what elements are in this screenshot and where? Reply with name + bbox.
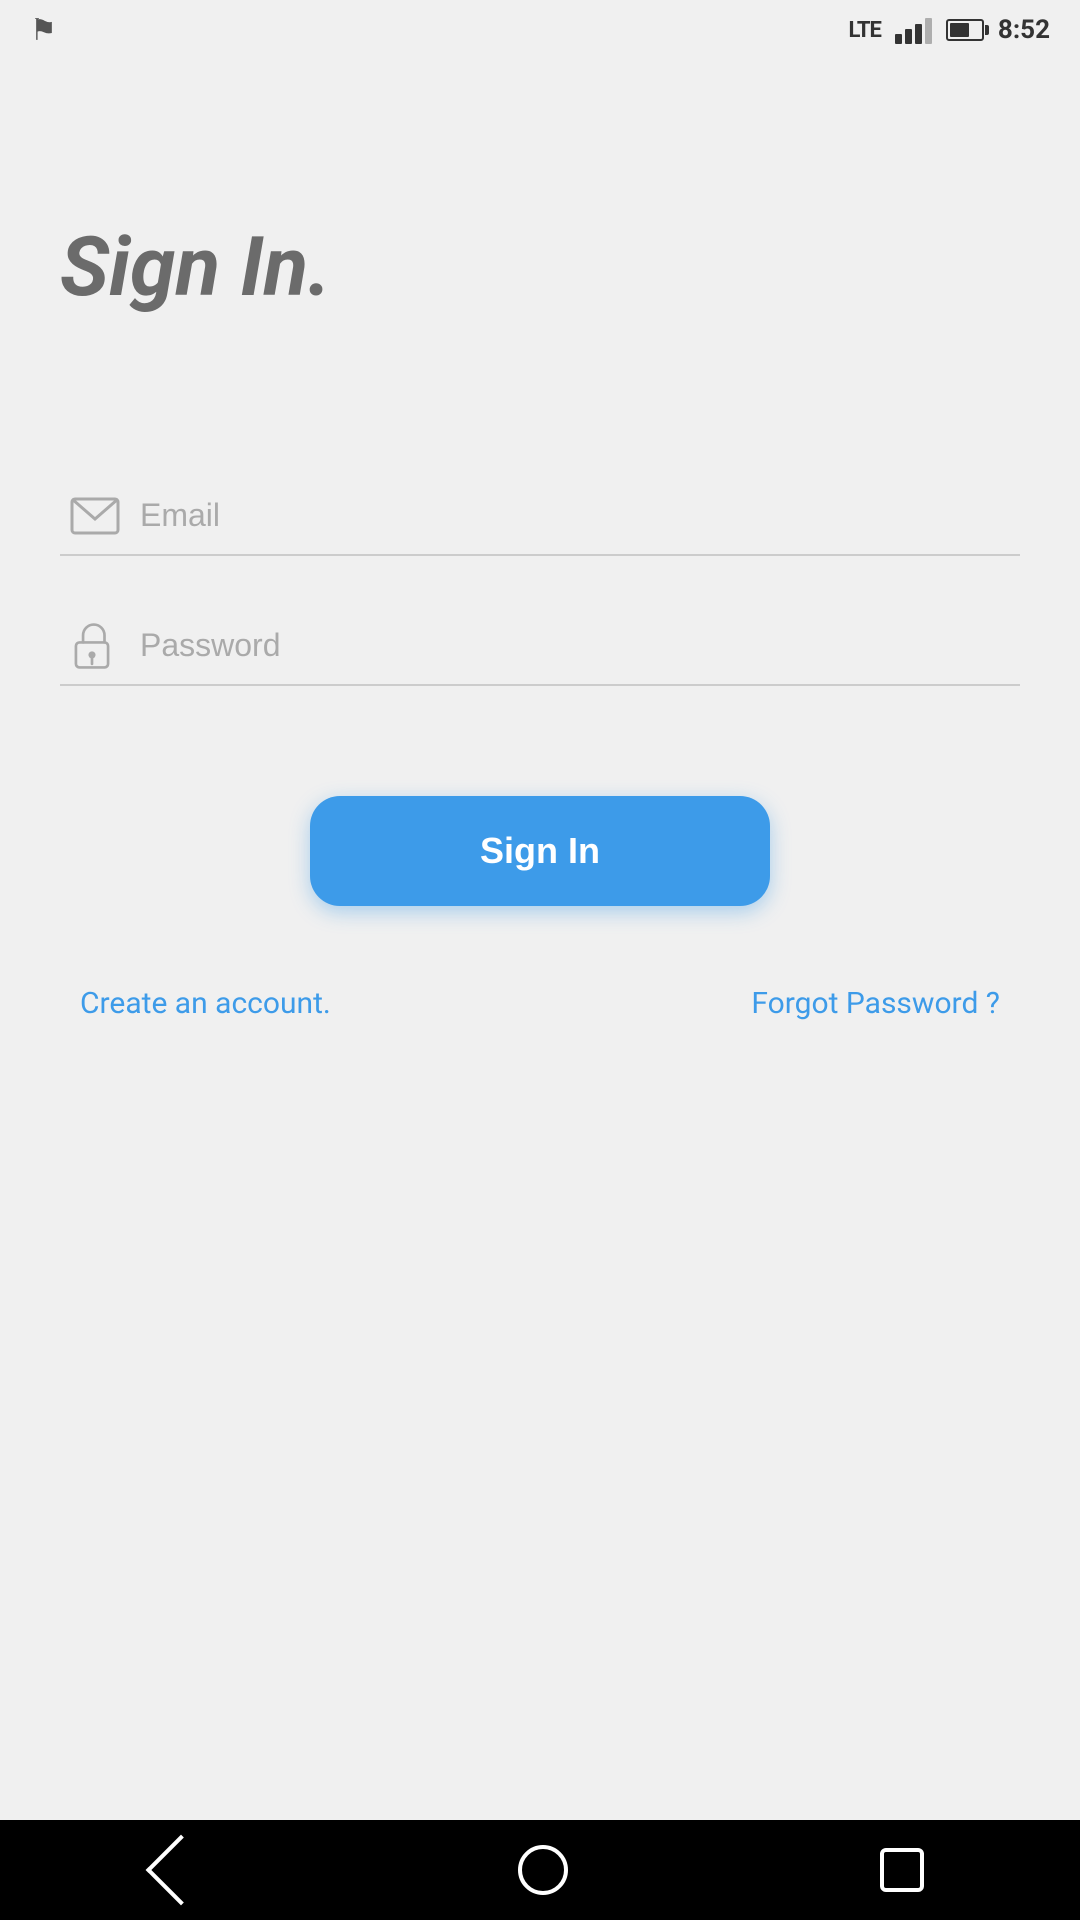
- lte-icon: LTE: [848, 18, 880, 43]
- status-bar-left: ⚑: [30, 13, 57, 48]
- create-account-link[interactable]: Create an account.: [80, 986, 331, 1021]
- page-title: Sign In.: [60, 220, 331, 316]
- forgot-password-link[interactable]: Forgot Password ?: [751, 986, 1000, 1021]
- password-field[interactable]: [60, 606, 1020, 686]
- bottom-links: Create an account. Forgot Password ?: [60, 986, 1020, 1021]
- lock-icon: [70, 621, 114, 671]
- battery-icon: [946, 19, 984, 41]
- notification-icon: ⚑: [30, 13, 57, 48]
- nav-bar: [0, 1820, 1080, 1920]
- password-input-container: [60, 606, 1020, 686]
- main-content: Sign In. Sign In Create an account. Forg…: [0, 60, 1080, 1820]
- sign-in-button[interactable]: Sign In: [310, 796, 770, 906]
- clock-display: 8:52: [998, 15, 1050, 45]
- email-input-container: [60, 476, 1020, 556]
- back-button[interactable]: [156, 1845, 206, 1895]
- status-bar: ⚑ LTE 8:52: [0, 0, 1080, 60]
- home-button[interactable]: [518, 1845, 568, 1895]
- email-icon: [70, 497, 120, 535]
- signal-bars-icon: [895, 16, 932, 44]
- status-bar-right: LTE 8:52: [848, 15, 1050, 45]
- email-field[interactable]: [60, 476, 1020, 556]
- recents-button[interactable]: [880, 1848, 924, 1892]
